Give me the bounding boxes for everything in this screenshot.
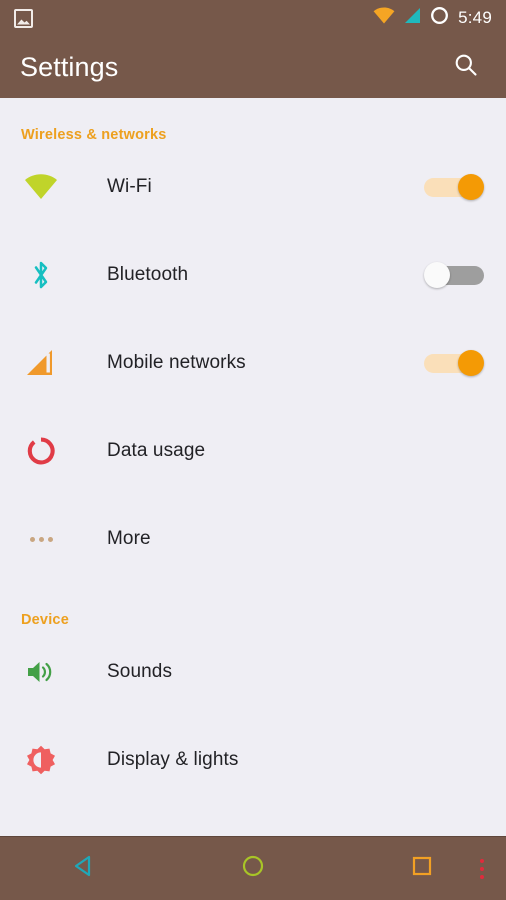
setting-row-wifi[interactable]: Wi-Fi <box>0 143 506 231</box>
setting-label-mobile-networks: Mobile networks <box>107 352 246 373</box>
settings-screen: 5:49 Settings Wireless & networks Wi-Fi … <box>0 0 506 900</box>
setting-control-bluetooth <box>424 262 484 288</box>
wifi-toggle-thumb <box>458 174 484 200</box>
bluetooth-toggle-thumb <box>424 262 450 288</box>
setting-row-data-usage[interactable]: Data usage <box>0 407 506 495</box>
menu-dot <box>480 858 484 863</box>
status-bar-right-icons: 5:49 <box>373 6 492 30</box>
setting-label-wifi: Wi-Fi <box>107 176 152 197</box>
nav-menu-button[interactable] <box>480 858 484 879</box>
setting-label-sounds: Sounds <box>107 661 173 682</box>
cellular-bars-icon <box>21 348 61 378</box>
section-header-device: Device <box>21 612 69 628</box>
status-bar-left-icons <box>14 8 33 28</box>
menu-dot <box>480 874 484 879</box>
status-bar-clock: 5:49 <box>458 8 492 27</box>
volume-icon <box>21 658 61 686</box>
recents-square-icon <box>409 853 435 884</box>
section-header-wireless: Wireless & networks <box>21 127 167 143</box>
nav-home-button[interactable] <box>169 837 338 900</box>
setting-row-mobile-networks[interactable]: Mobile networks <box>0 319 506 407</box>
bluetooth-toggle[interactable] <box>424 262 484 288</box>
navigation-bar <box>0 836 506 900</box>
setting-row-bluetooth[interactable]: Bluetooth <box>0 231 506 319</box>
setting-label-more: More <box>107 528 151 549</box>
brightness-icon <box>21 745 61 775</box>
settings-list: Wireless & networks Wi-Fi Bluetooth Mobi… <box>0 98 506 836</box>
search-icon <box>453 52 479 83</box>
setting-label-data-usage: Data usage <box>107 440 206 461</box>
wifi-signal-icon <box>373 7 395 29</box>
setting-label-bluetooth: Bluetooth <box>107 264 189 285</box>
wifi-icon <box>21 174 61 200</box>
more-dots-icon <box>21 536 61 542</box>
setting-label-display-lights: Display & lights <box>107 749 239 770</box>
app-bar: Settings <box>0 36 506 98</box>
screenshot-icon <box>14 8 33 28</box>
app-bar-actions <box>446 47 486 87</box>
nav-back-button[interactable] <box>0 837 169 900</box>
search-button[interactable] <box>446 47 486 87</box>
status-bar: 5:49 <box>0 0 506 36</box>
mobile-networks-toggle[interactable] <box>424 350 484 376</box>
setting-row-sounds[interactable]: Sounds <box>0 628 506 716</box>
menu-dot <box>480 866 484 871</box>
bluetooth-icon <box>21 258 61 292</box>
cellular-signal-icon <box>404 7 421 29</box>
home-circle-icon <box>240 853 266 884</box>
setting-control-wifi <box>424 174 484 200</box>
page-title: Settings <box>20 51 119 82</box>
setting-row-display-lights[interactable]: Display & lights <box>0 716 506 804</box>
data-usage-icon <box>21 436 61 466</box>
setting-row-more[interactable]: More <box>0 495 506 583</box>
circle-status-icon <box>430 6 449 30</box>
back-triangle-icon <box>71 853 97 884</box>
setting-control-mobile-networks <box>424 350 484 376</box>
mobile-networks-toggle-thumb <box>458 350 484 376</box>
wifi-toggle[interactable] <box>424 174 484 200</box>
